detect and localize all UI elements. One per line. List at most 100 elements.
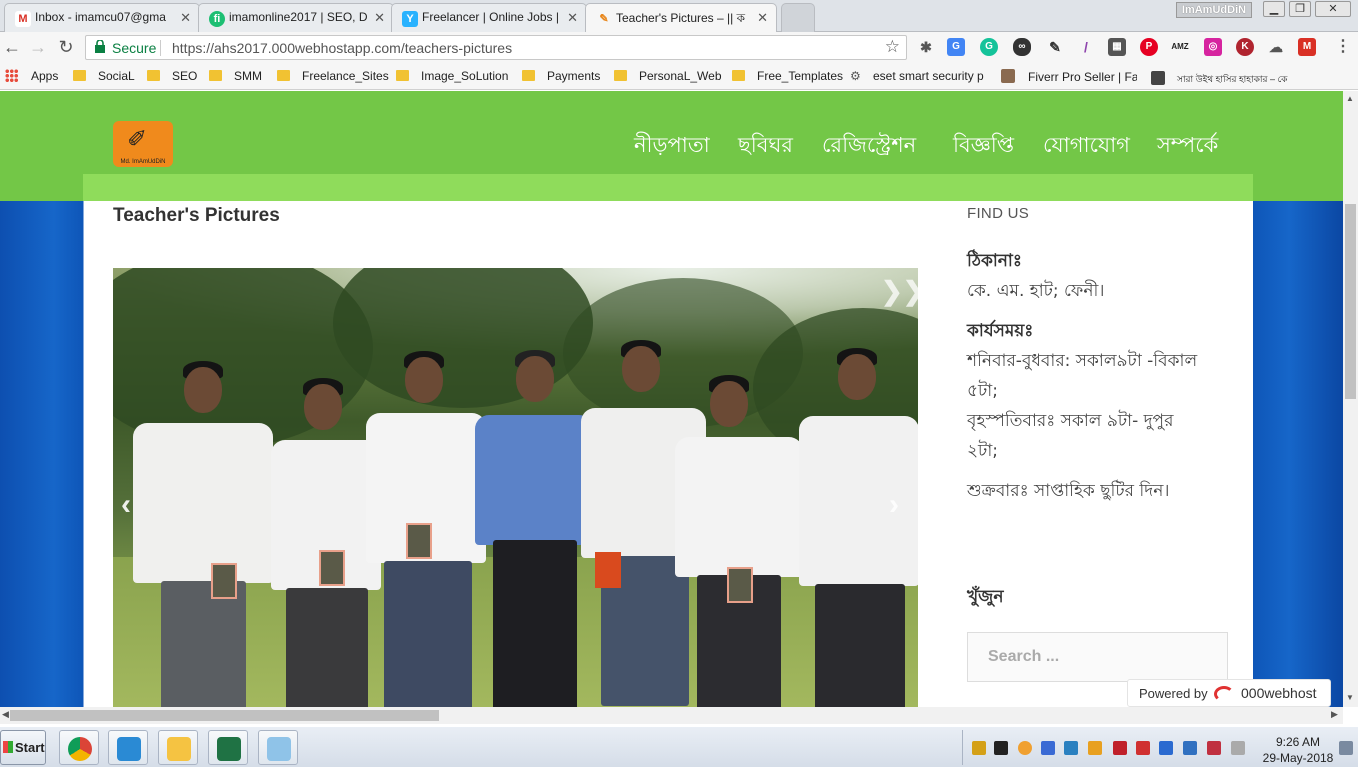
apps-grid-icon [5, 69, 18, 82]
pinterest-icon[interactable]: P [1140, 38, 1158, 56]
fiverr-icon: fi [209, 11, 225, 27]
bookmark-folder-freelance[interactable]: Freelance_Sites [277, 69, 389, 83]
tray-icon[interactable] [1159, 741, 1173, 755]
hours-line-3: বৃহস্পতিবারঃ সকাল ৯টা- দুপুর [967, 411, 1174, 431]
nav-registration[interactable]: রেজিস্ট্রেশন [822, 129, 916, 164]
excel-icon [217, 737, 241, 761]
bookmark-folder-image[interactable]: Image_SoLution [396, 69, 508, 83]
image-slider[interactable]: ‹ › ❯❯ [113, 268, 918, 707]
close-icon[interactable]: ✕ [374, 10, 385, 26]
vertical-scrollbar[interactable]: ▲ ▼ [1343, 91, 1358, 707]
address-bar[interactable]: Secure https://ahs2017.000webhostapp.com… [85, 35, 907, 60]
search-input[interactable] [968, 633, 1227, 681]
slider-pause-icon[interactable]: ❯❯ [881, 276, 918, 307]
taskbar-excel[interactable] [208, 730, 248, 765]
start-button[interactable]: Start [0, 730, 46, 765]
bookmark-folder-social[interactable]: SociaL [73, 69, 135, 83]
tray-icon[interactable] [1018, 741, 1032, 755]
tab-teachers-pictures[interactable]: ✎ Teacher's Pictures – || ক ✕ [585, 3, 777, 33]
nav-contact[interactable]: যোগাযোগ [1043, 129, 1130, 164]
secure-label: Secure [112, 40, 157, 56]
nav-gallery[interactable]: ছবিঘর [738, 129, 793, 164]
taskbar-explorer[interactable] [158, 730, 198, 765]
tab-freelancer[interactable]: Y Freelancer | Online Jobs | ✕ [391, 3, 587, 32]
close-icon[interactable]: ✕ [567, 10, 578, 26]
tray-icon[interactable] [1088, 741, 1102, 755]
speaker-icon[interactable] [1231, 741, 1245, 755]
folder-icon [73, 70, 86, 81]
clock[interactable]: 9:26 AM 29-May-2018 [1262, 734, 1334, 766]
site-logo[interactable]: ✐ Md. ImAmUdDiN [113, 121, 173, 167]
nav-notice[interactable]: বিজ্ঞপ্তি [953, 129, 1014, 164]
taskbar-app[interactable] [108, 730, 148, 765]
reload-icon[interactable]: ↻ [56, 37, 76, 58]
close-window-button[interactable]: ✕ [1315, 1, 1351, 17]
bookmark-folder-personal[interactable]: PersonaL_Web [614, 69, 722, 83]
system-tray: 9:26 AM 29-May-2018 [962, 730, 1358, 765]
maximize-button[interactable]: ❐ [1289, 1, 1311, 17]
bookmark-bangla[interactable]: সারা উইথ হাসির হাহাকার – কে [1151, 71, 1291, 87]
tab-gmail[interactable]: M Inbox - imamcu07@gma ✕ [4, 3, 200, 32]
close-icon[interactable]: ✕ [757, 10, 768, 26]
bookmark-fiverr-pro[interactable]: Fiverr Pro Seller | Fai [1001, 69, 1137, 84]
taskbar-notes[interactable] [258, 730, 298, 765]
pencil-envelope-icon: ✐ [127, 126, 148, 153]
horizontal-scrollbar[interactable]: ◀ ▶ [0, 707, 1343, 724]
bookmark-folder-smm[interactable]: SMM [209, 69, 262, 83]
chrome-icon [68, 737, 92, 761]
bookmark-apps[interactable]: Apps [5, 69, 58, 83]
tray-icon[interactable] [1064, 741, 1078, 755]
grammarly-icon[interactable]: G [980, 38, 998, 56]
bookmark-eset[interactable]: ⚙ eset smart security p [850, 69, 988, 83]
bookmark-folder-templates[interactable]: Free_Templates [732, 69, 843, 83]
slider-next-arrow-icon[interactable]: › [889, 488, 899, 522]
scroll-down-arrow-icon[interactable]: ▼ [1346, 693, 1354, 702]
nav-home[interactable]: নীড়পাতা [634, 129, 710, 164]
scroll-thumb[interactable] [10, 710, 439, 721]
tray-icon[interactable] [972, 741, 986, 755]
tab-fiverr[interactable]: fi imamonline2017 | SEO, D ✕ [198, 3, 394, 32]
nav-about[interactable]: সম্পর্কে [1157, 129, 1218, 164]
incognito-glasses-icon[interactable]: ∞ [1013, 38, 1031, 56]
slider-prev-arrow-icon[interactable]: ‹ [121, 488, 131, 522]
freelancer-icon: Y [402, 11, 418, 27]
image-tool-icon[interactable]: ▦ [1108, 38, 1126, 56]
amazon-icon[interactable]: AMZ [1171, 38, 1189, 56]
show-desktop-icon[interactable] [1339, 741, 1353, 755]
taskbar-chrome[interactable] [59, 730, 99, 765]
bookmark-star-icon[interactable]: ☆ [885, 37, 900, 57]
folder-icon [277, 70, 290, 81]
pen-icon[interactable]: / [1077, 38, 1095, 56]
color-picker-icon[interactable]: ✎ [1046, 38, 1064, 56]
tray-icon[interactable] [994, 741, 1008, 755]
logo-text: Md. ImAmUdDiN [120, 159, 166, 165]
forward-arrow-icon[interactable]: → [28, 37, 48, 58]
scroll-right-arrow-icon[interactable]: ▶ [1331, 709, 1338, 720]
menu-kebab-icon[interactable]: ⋮ [1334, 38, 1352, 56]
instagram-icon[interactable]: ◎ [1204, 38, 1222, 56]
hours-line-1: শনিবার-বুধবার: সকাল৯টা -বিকাল [967, 351, 1198, 371]
extension-bug-icon[interactable]: ✱ [917, 38, 935, 56]
back-arrow-icon[interactable]: ← [2, 37, 22, 58]
url-text[interactable]: https://ahs2017.000webhostapp.com/teache… [172, 40, 512, 56]
translate-icon[interactable]: G [947, 38, 965, 56]
tray-icon[interactable] [1113, 741, 1127, 755]
scroll-up-arrow-icon[interactable]: ▲ [1346, 94, 1354, 103]
scroll-thumb[interactable] [1345, 204, 1356, 399]
scroll-left-arrow-icon[interactable]: ◀ [2, 709, 9, 720]
profile-badge[interactable]: ImAmUdDiN [1176, 2, 1252, 18]
slider-photo-tree [333, 268, 593, 408]
tray-icon[interactable] [1041, 741, 1055, 755]
gmail-checker-icon[interactable]: M [1298, 38, 1316, 56]
close-icon[interactable]: ✕ [180, 10, 191, 26]
k-extension-icon[interactable]: K [1236, 38, 1254, 56]
new-tab-button[interactable] [781, 3, 815, 32]
chat-icon[interactable]: ☁ [1267, 38, 1285, 56]
powered-by-badge[interactable]: Powered by 000webhost [1127, 679, 1331, 707]
tray-icon[interactable] [1207, 741, 1221, 755]
bookmark-folder-payments[interactable]: Payments [522, 69, 600, 83]
tray-icon[interactable] [1136, 741, 1150, 755]
minimize-button[interactable]: ▁ [1263, 1, 1285, 17]
bookmark-folder-seo[interactable]: SEO [147, 69, 197, 83]
tray-icon[interactable] [1183, 741, 1197, 755]
